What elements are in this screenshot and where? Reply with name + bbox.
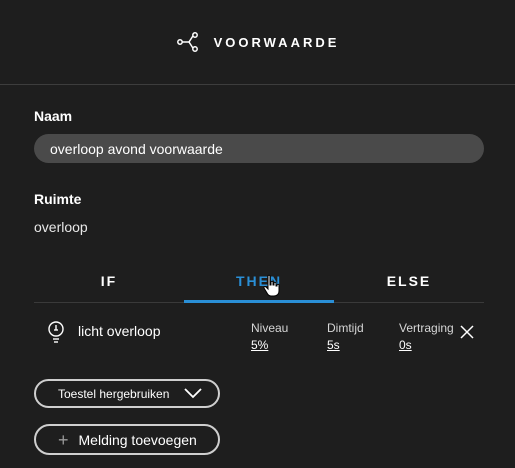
header: VOORWAARDE bbox=[0, 0, 515, 85]
condition-tabs: IF THEN ELSE bbox=[34, 260, 484, 303]
device-name: licht overloop bbox=[78, 323, 161, 339]
tab-if[interactable]: IF bbox=[34, 260, 184, 302]
dimtijd-value-link[interactable]: 5s bbox=[327, 338, 364, 352]
action-row: licht overloop Niveau 5% Dimtijd 5s Vert… bbox=[34, 318, 484, 358]
lightbulb-icon bbox=[48, 321, 64, 343]
param-label: Dimtijd bbox=[327, 321, 364, 335]
share-nodes-icon bbox=[176, 32, 198, 52]
reuse-device-label: Toestel hergebruiken bbox=[58, 386, 170, 401]
plus-icon: + bbox=[58, 429, 69, 450]
param-dimtijd: Dimtijd 5s bbox=[327, 321, 364, 352]
room-label: Ruimte bbox=[34, 191, 82, 207]
tab-then[interactable]: THEN bbox=[184, 260, 334, 303]
page-title: VOORWAARDE bbox=[213, 34, 340, 50]
param-label: Niveau bbox=[251, 321, 289, 335]
add-notification-label: Melding toevoegen bbox=[78, 431, 197, 448]
hand-cursor-icon bbox=[263, 274, 280, 297]
add-notification-button[interactable]: + Melding toevoegen bbox=[34, 424, 220, 455]
chevron-down-icon bbox=[184, 388, 202, 399]
tab-else[interactable]: ELSE bbox=[334, 260, 484, 302]
param-vertraging: Vertraging 0s bbox=[399, 321, 454, 352]
close-icon[interactable] bbox=[460, 325, 474, 339]
name-input[interactable] bbox=[34, 134, 484, 163]
vertraging-value-link[interactable]: 0s bbox=[399, 338, 454, 352]
param-label: Vertraging bbox=[399, 321, 454, 335]
name-label: Naam bbox=[34, 108, 73, 124]
niveau-value-link[interactable]: 5% bbox=[251, 338, 288, 352]
param-niveau: Niveau 5% bbox=[251, 321, 288, 352]
reuse-device-button[interactable]: Toestel hergebruiken bbox=[34, 379, 220, 408]
room-value: overloop bbox=[34, 219, 88, 235]
